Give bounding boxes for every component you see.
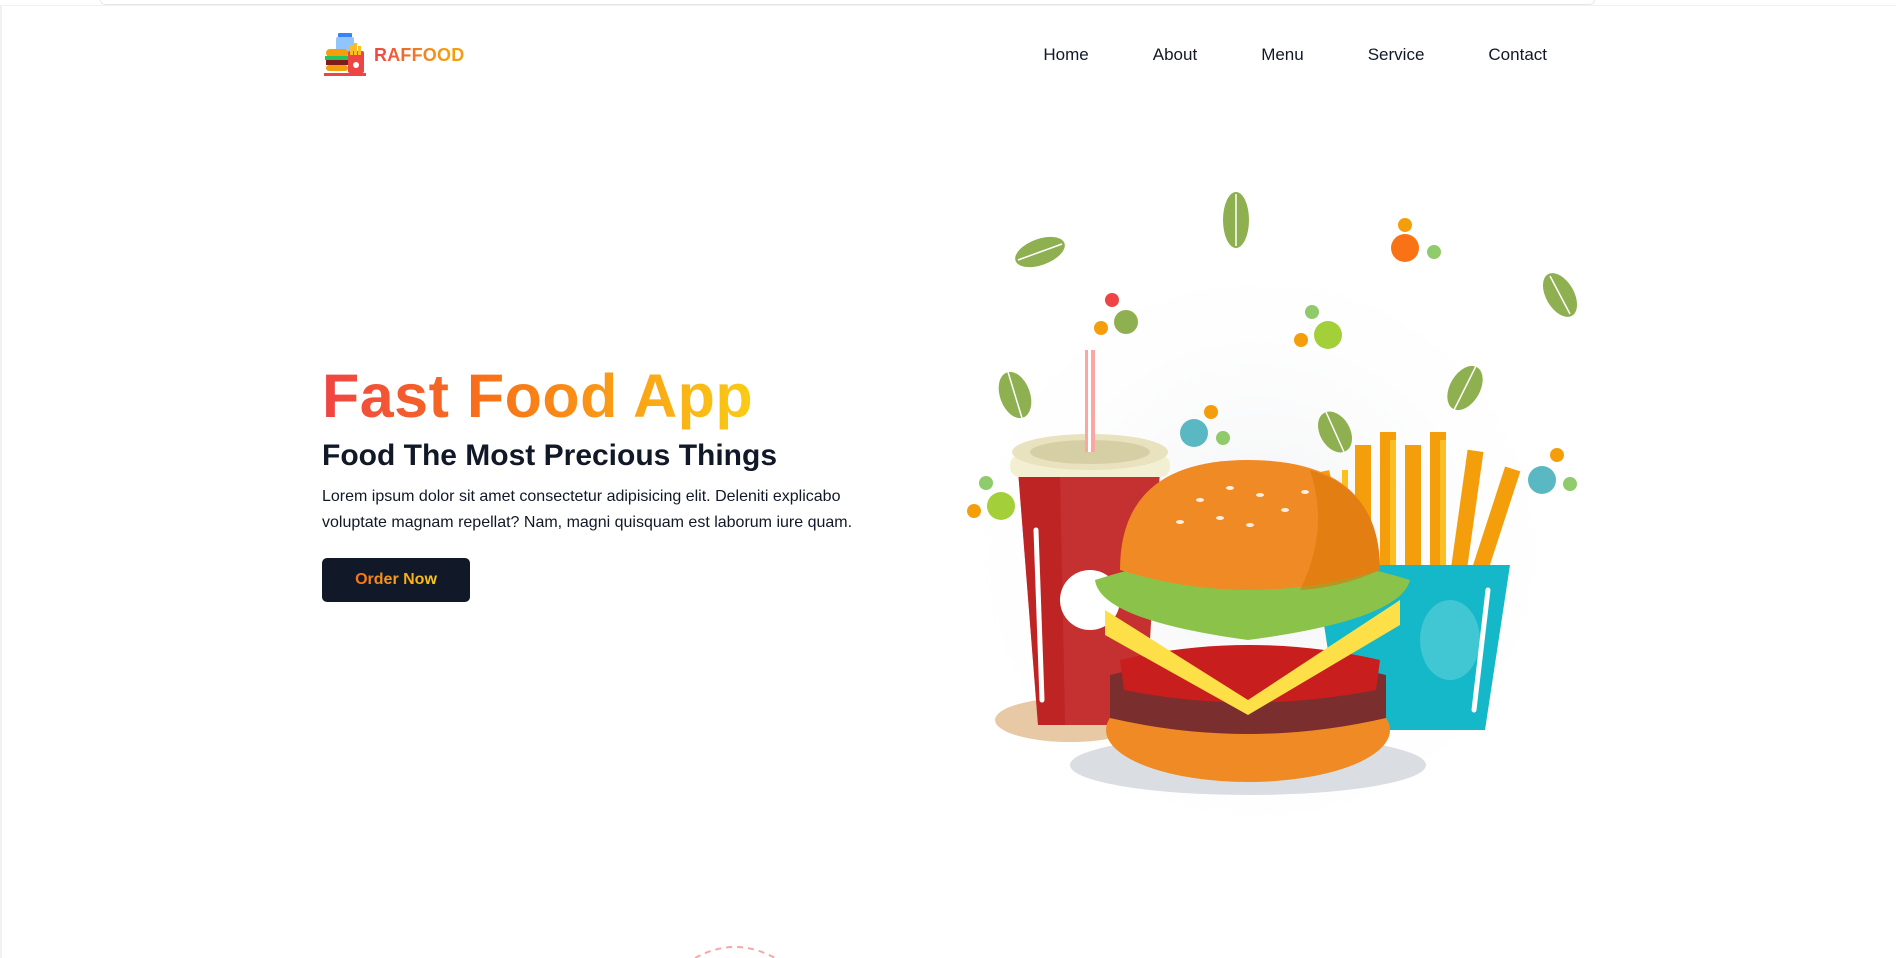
brand-link[interactable]: RAFFOOD [322,29,464,81]
burger-fries-drink-illustration [930,192,1590,870]
brand-name: RAFFOOD [374,44,465,65]
fast-food-logo-icon [324,33,366,76]
nav-service[interactable]: Service [1368,45,1425,65]
order-now-button[interactable]: Order Now [322,558,470,602]
nav-home[interactable]: Home [1043,45,1088,65]
hero-subtitle: Food The Most Precious Things [322,439,778,472]
main-nav: Home About Menu Service Contact [979,45,1547,65]
decorative-dashed-curve [694,946,776,958]
order-now-label: Order Now [355,571,437,588]
nav-contact[interactable]: Contact [1488,45,1547,65]
site-header: RAFFOOD Home About Menu Service Contact [322,28,1547,82]
hero-description: Lorem ipsum dolor sit amet consectetur a… [322,488,853,531]
nav-about[interactable]: About [1153,45,1197,65]
hero-title: Fast Food App [322,362,754,430]
hero-section: Fast Food App Food The Most Precious Thi… [322,360,922,602]
nav-menu[interactable]: Menu [1261,45,1304,65]
